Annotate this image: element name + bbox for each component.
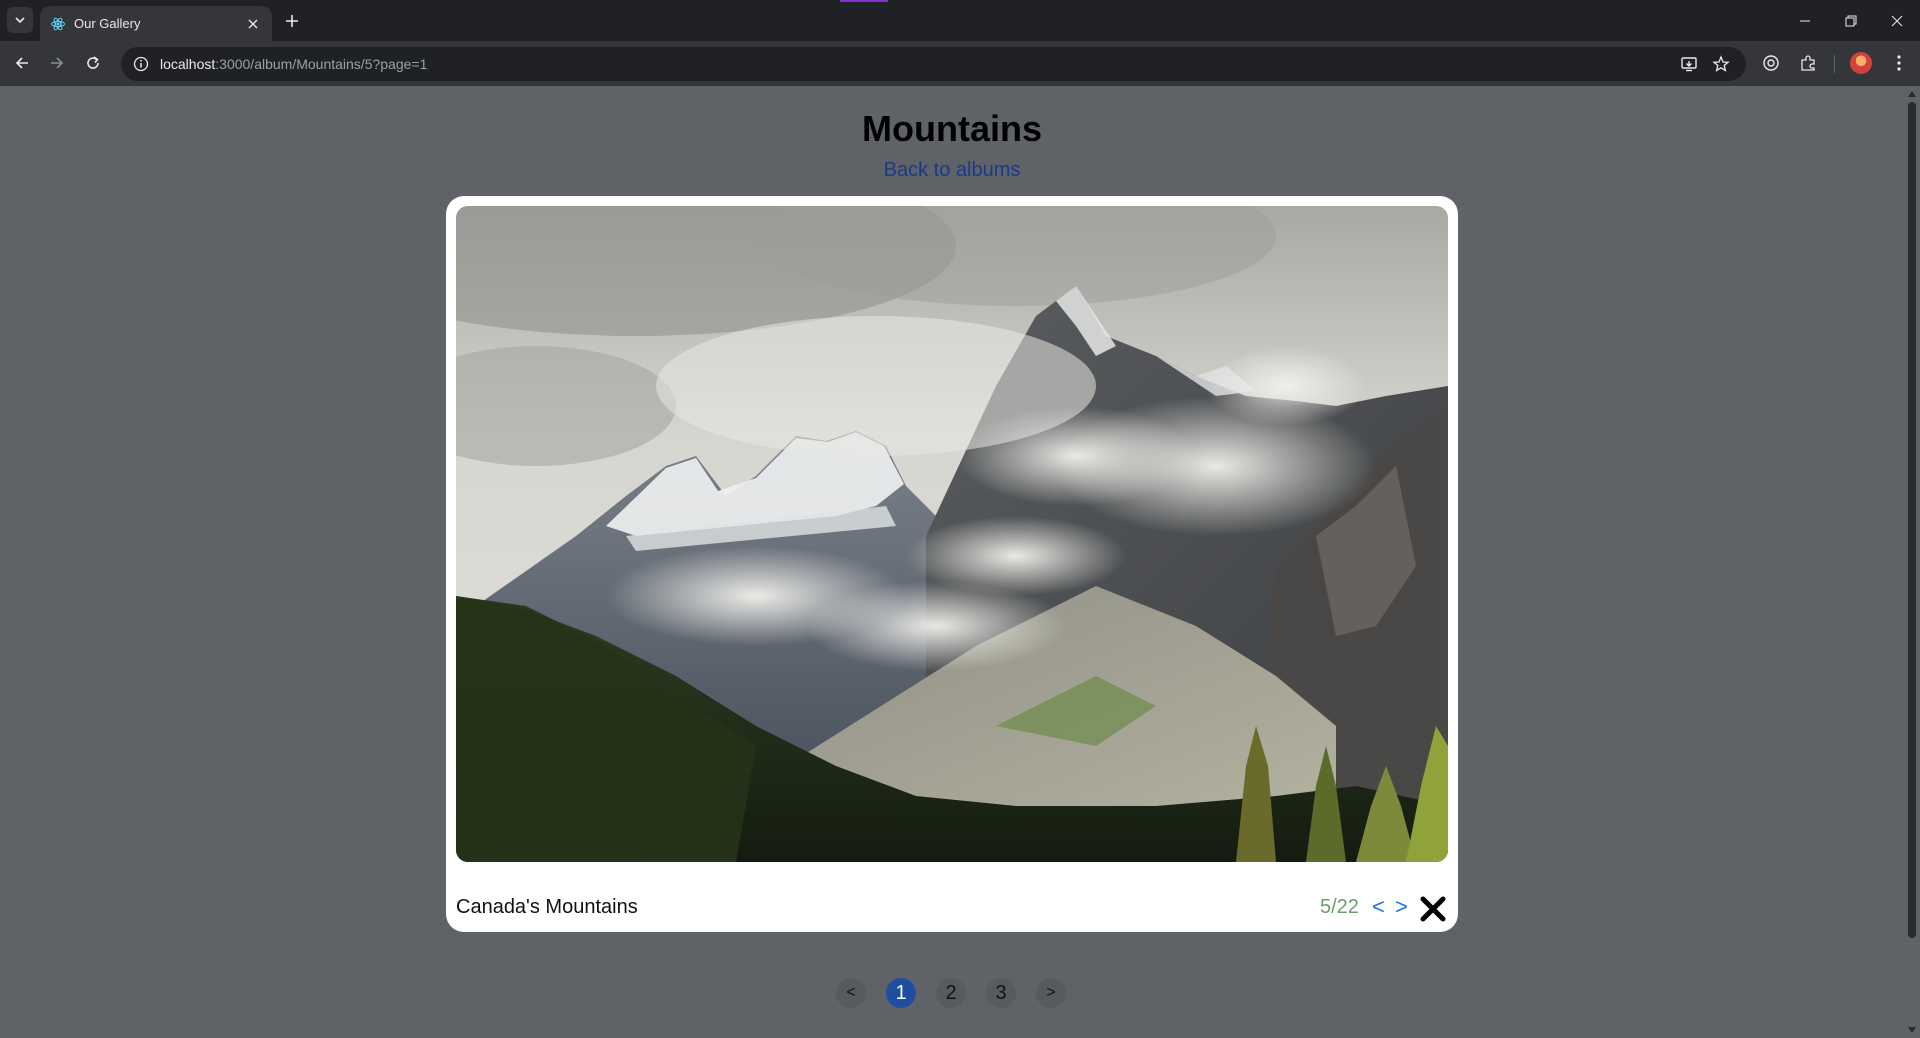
pagination-next-button[interactable]: > bbox=[1036, 978, 1066, 1008]
address-bar[interactable]: localhost:3000/album/Mountains/5?page=1 bbox=[121, 47, 1746, 81]
scroll-down-arrow-icon[interactable] bbox=[1908, 1026, 1916, 1034]
pagination: < 1 2 3 > bbox=[0, 978, 1904, 1008]
back-icon bbox=[15, 57, 28, 69]
forward-icon bbox=[51, 57, 64, 69]
profile-avatar[interactable] bbox=[1850, 52, 1872, 74]
url-host: localhost bbox=[160, 56, 216, 72]
reload-button[interactable] bbox=[80, 50, 106, 76]
pagination-page-2[interactable]: 2 bbox=[936, 978, 966, 1008]
lens-icon[interactable] bbox=[1758, 50, 1784, 76]
react-favicon-icon bbox=[50, 16, 66, 32]
url-path: :3000/album/Mountains/5?page=1 bbox=[215, 56, 428, 72]
next-photo-button[interactable]: > bbox=[1395, 894, 1408, 920]
pagination-page-3[interactable]: 3 bbox=[986, 978, 1016, 1008]
forward-button[interactable] bbox=[44, 50, 70, 76]
photo-caption: Canada's Mountains bbox=[456, 896, 638, 918]
bookmark-star-icon[interactable] bbox=[1710, 53, 1732, 75]
album-title: Mountains bbox=[862, 108, 1042, 149]
browser-tabstrip: Our Gallery bbox=[0, 0, 1920, 41]
close-icon bbox=[1420, 896, 1446, 922]
extensions-icon[interactable] bbox=[1795, 50, 1821, 76]
toolbar-divider bbox=[1834, 55, 1835, 73]
close-window-button[interactable] bbox=[1874, 0, 1920, 41]
close-viewer-button[interactable] bbox=[1418, 894, 1448, 924]
page-scrollbar[interactable] bbox=[1904, 86, 1920, 1038]
back-to-albums-row: Back to albums bbox=[0, 159, 1904, 182]
kebab-menu-icon[interactable] bbox=[1886, 50, 1912, 76]
tab-title: Our Gallery bbox=[74, 16, 141, 31]
minimize-icon bbox=[1800, 20, 1810, 21]
new-tab-button[interactable] bbox=[281, 10, 303, 32]
minimize-button[interactable] bbox=[1782, 0, 1828, 41]
browser-toolbar: localhost:3000/album/Mountains/5?page=1 bbox=[0, 41, 1920, 86]
install-app-icon[interactable] bbox=[1678, 53, 1700, 75]
pagination-page-1[interactable]: 1 bbox=[886, 978, 916, 1008]
previous-photo-button[interactable]: < bbox=[1372, 894, 1385, 920]
restore-button[interactable] bbox=[1828, 0, 1874, 41]
pagination-prev-button[interactable]: < bbox=[836, 978, 866, 1008]
photo-counter: 5/22 bbox=[1320, 896, 1359, 918]
scroll-up-arrow-icon[interactable] bbox=[1908, 90, 1916, 98]
browser-tab[interactable]: Our Gallery bbox=[40, 6, 272, 41]
tab-list-button[interactable] bbox=[7, 7, 33, 33]
close-tab-icon[interactable] bbox=[244, 15, 262, 33]
page-content: Mountains Back to albums Canada's Mounta… bbox=[0, 86, 1904, 1038]
reload-icon bbox=[87, 56, 99, 69]
restore-icon bbox=[1845, 15, 1857, 26]
photo-image bbox=[456, 206, 1448, 862]
photo-viewer-modal: Canada's Mountains 5/22 < > bbox=[446, 196, 1458, 932]
close-window-icon bbox=[1891, 15, 1903, 26]
site-info-icon[interactable] bbox=[130, 53, 152, 75]
url-text: localhost:3000/album/Mountains/5?page=1 bbox=[160, 56, 427, 72]
plus-icon bbox=[286, 15, 298, 27]
tab-drag-indicator bbox=[840, 0, 888, 2]
scrollbar-thumb[interactable] bbox=[1908, 102, 1916, 938]
back-button[interactable] bbox=[9, 50, 35, 76]
back-to-albums-link[interactable]: Back to albums bbox=[884, 159, 1021, 181]
chevron-down-icon bbox=[15, 17, 25, 24]
